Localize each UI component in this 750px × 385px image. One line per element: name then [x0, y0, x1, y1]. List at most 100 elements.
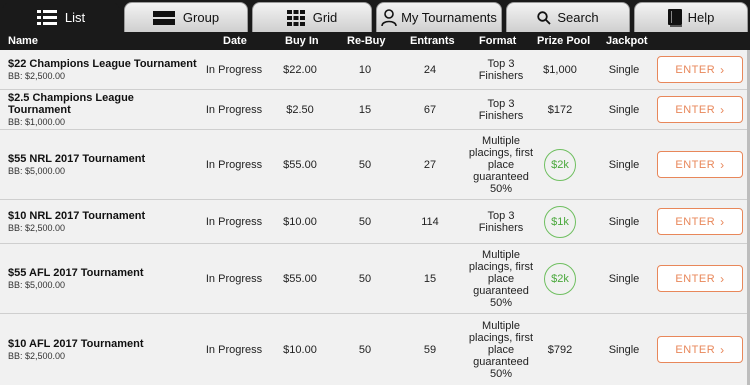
prize-badge: $2k	[544, 148, 576, 181]
tournament-prize-pool: $2k	[530, 130, 590, 199]
tab-my-tournaments-label: My Tournaments	[401, 10, 497, 25]
tournament-date: In Progress	[205, 63, 263, 76]
tab-search[interactable]: Search	[506, 2, 630, 32]
tournament-buyin: $2.50	[286, 103, 314, 116]
format-line: 50%	[489, 367, 512, 380]
tournament-name-cell: $10 AFL 2017 Tournament BB: $2,500.00	[8, 314, 198, 385]
tournament-entrants: 114	[421, 215, 439, 228]
book-icon	[667, 8, 682, 27]
tournament-prize-pool: $1,000	[543, 63, 577, 76]
tournament-name: $10 NRL 2017 Tournament	[8, 210, 146, 222]
tournament-entrants: 24	[423, 63, 437, 76]
chevron-right-icon: ›	[720, 102, 725, 117]
table-row: $55 AFL 2017 Tournament BB: $5,000.00 In…	[0, 244, 750, 314]
enter-button[interactable]: ENTER ›	[657, 208, 743, 235]
tab-group[interactable]: Group	[124, 2, 248, 32]
tab-list-label: List	[64, 10, 86, 25]
format-line: place	[487, 343, 515, 356]
column-header-buyin: Buy In	[285, 35, 319, 47]
tab-help[interactable]: Help	[634, 2, 748, 32]
tab-list[interactable]: List	[2, 2, 120, 32]
tournament-rebuy: 10	[358, 63, 372, 76]
format-line: Multiple	[482, 248, 520, 261]
format-line: placings, first	[468, 260, 534, 273]
enter-button[interactable]: ENTER ›	[657, 151, 743, 178]
tournament-bb: BB: $1,000.00	[8, 117, 66, 127]
tournament-entrants: 59	[423, 343, 437, 356]
tournament-bb: BB: $2,500.00	[8, 71, 66, 81]
format-line: Multiple	[482, 319, 520, 332]
tournament-name-cell: $2.5 Champions League Tournament BB: $1,…	[8, 90, 198, 129]
format-line: Multiple	[482, 134, 520, 147]
chevron-right-icon: ›	[720, 62, 725, 77]
search-icon	[537, 10, 552, 25]
tab-grid[interactable]: Grid	[252, 2, 372, 32]
enter-button-label: ENTER	[675, 215, 716, 228]
user-icon	[381, 8, 397, 27]
tournament-format: Top 3 Finishers	[465, 200, 537, 243]
enter-button-cell: ENTER ›	[657, 244, 743, 313]
tab-grid-label: Grid	[312, 10, 338, 25]
format-line: place	[487, 158, 515, 171]
tournament-name-cell: $10 NRL 2017 Tournament BB: $2,500.00	[8, 200, 198, 243]
column-header-entrants: Entrants	[410, 35, 455, 47]
tournament-bb: BB: $5,000.00	[8, 166, 66, 176]
enter-button-cell: ENTER ›	[657, 200, 743, 243]
tournament-buyin: $10.00	[283, 215, 317, 228]
tournament-format: Multiple placings, first place guaranteed 50…	[465, 130, 537, 199]
enter-button-cell: ENTER ›	[657, 50, 743, 89]
list-icon	[36, 9, 57, 26]
enter-button-cell: ENTER ›	[657, 130, 743, 199]
tournament-date: In Progress	[205, 343, 263, 356]
format-line: 50%	[489, 296, 512, 309]
tournament-rebuy: 50	[358, 272, 372, 285]
tournament-name: $2.5 Champions League Tournament	[8, 92, 134, 116]
tournament-date: In Progress	[205, 215, 263, 228]
format-line: Finishers	[478, 69, 524, 82]
tournament-rebuy: 50	[358, 343, 372, 356]
tournament-jackpot: Single	[608, 343, 640, 356]
format-line: Top 3	[487, 209, 515, 222]
enter-button[interactable]: ENTER ›	[657, 265, 743, 292]
enter-button[interactable]: ENTER ›	[657, 336, 743, 363]
tournament-name: $55 NRL 2017 Tournament	[8, 153, 146, 165]
column-header-date: Date	[223, 35, 247, 47]
tournament-jackpot: Single	[608, 272, 640, 285]
tournament-prize-pool: $792	[547, 343, 573, 356]
tab-bar: List Group Grid My Tournaments Search He…	[0, 0, 750, 32]
format-line: guaranteed	[473, 355, 529, 368]
format-line: placings, first	[468, 331, 534, 344]
column-header-prize-pool: Prize Pool	[537, 35, 591, 47]
tab-my-tournaments[interactable]: My Tournaments	[376, 2, 502, 32]
tournament-format: Multiple placings, first place guaranteed 50…	[465, 314, 537, 385]
tournament-jackpot: Single	[608, 158, 640, 171]
table-row: $2.5 Champions League Tournament BB: $1,…	[0, 90, 750, 130]
tournament-entrants: 67	[423, 103, 437, 116]
tournament-name-cell: $55 NRL 2017 Tournament BB: $5,000.00	[8, 130, 198, 199]
enter-button-label: ENTER	[675, 272, 716, 285]
tournament-bb: BB: $2,500.00	[8, 223, 66, 233]
format-line: placings, first	[468, 146, 534, 159]
enter-button-cell: ENTER ›	[657, 90, 743, 129]
tournament-buyin: $55.00	[283, 272, 317, 285]
tournament-date: In Progress	[205, 158, 263, 171]
tournament-prize-pool: $172	[547, 103, 573, 116]
tournament-jackpot: Single	[608, 103, 640, 116]
enter-button[interactable]: ENTER ›	[657, 56, 743, 83]
chevron-right-icon: ›	[720, 214, 725, 229]
tournament-prize-pool: $2k	[530, 244, 590, 313]
enter-button[interactable]: ENTER ›	[657, 96, 743, 123]
enter-button-label: ENTER	[675, 343, 716, 356]
tournament-rebuy: 15	[358, 103, 372, 116]
tournament-entrants: 15	[423, 272, 437, 285]
tournament-bb: BB: $5,000.00	[8, 280, 66, 290]
tournament-buyin: $10.00	[283, 343, 317, 356]
format-line: Top 3	[487, 97, 515, 110]
tab-group-label: Group	[182, 10, 220, 25]
format-line: guaranteed	[473, 170, 529, 183]
tournament-jackpot: Single	[608, 63, 640, 76]
prize-badge: $1k	[544, 205, 576, 238]
enter-button-cell: ENTER ›	[657, 314, 743, 385]
column-header-rebuy: Re-Buy	[347, 35, 386, 47]
enter-button-label: ENTER	[675, 158, 716, 171]
